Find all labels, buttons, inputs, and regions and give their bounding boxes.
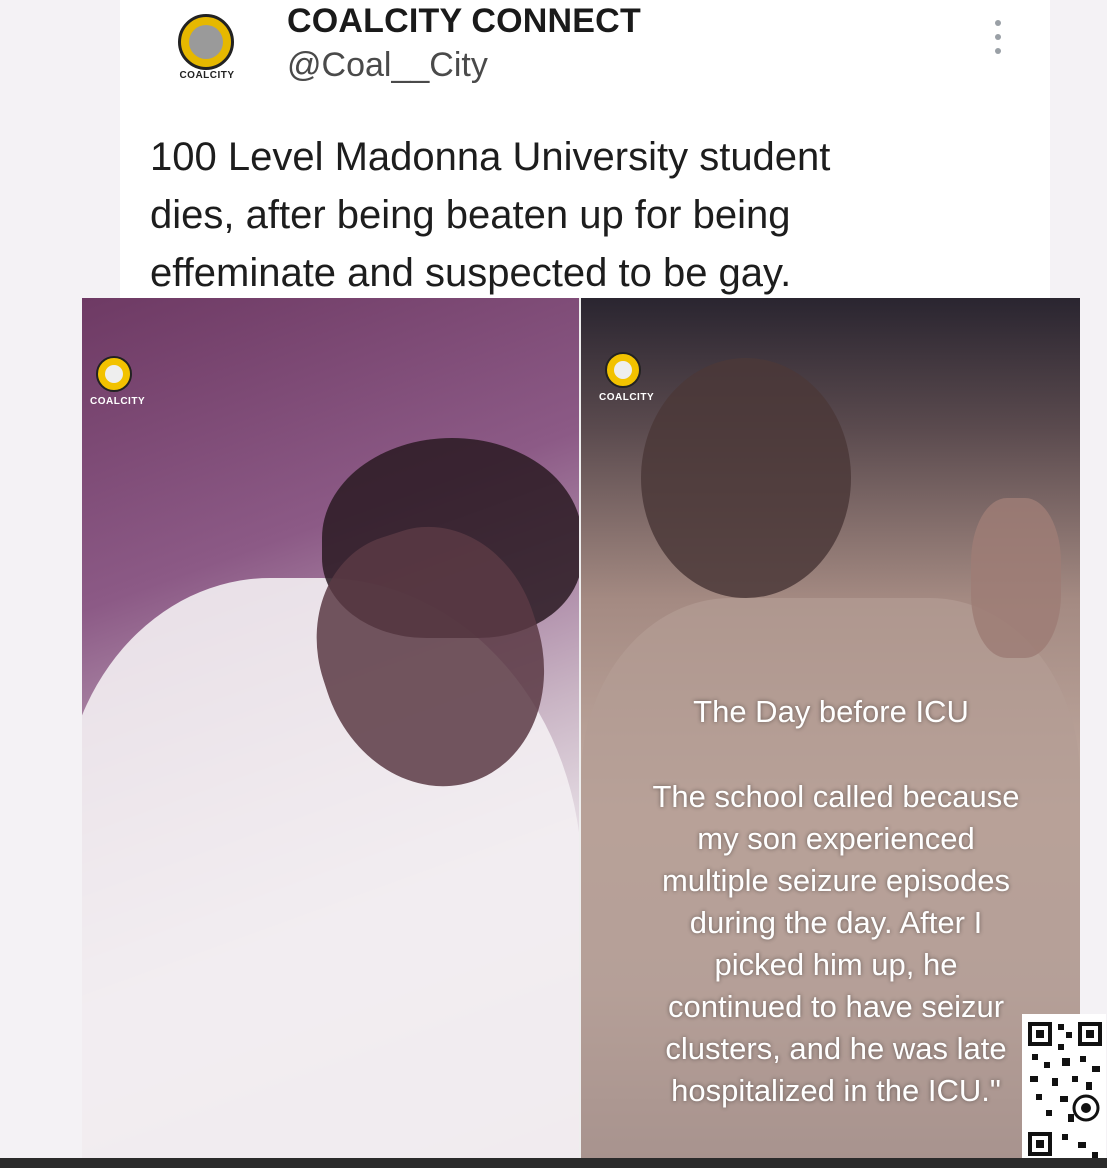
tweet-text: 100 Level Madonna University student die… bbox=[150, 128, 1030, 302]
user-handle[interactable]: @Coal__City bbox=[287, 46, 488, 85]
photo-right-hand bbox=[971, 498, 1061, 658]
avatar-logo-icon bbox=[178, 14, 234, 70]
avatar-wordmark: COALCITY bbox=[179, 70, 235, 81]
tweet-text-line: dies, after being beaten up for being bbox=[150, 193, 791, 237]
watermark-text: COALCITY bbox=[599, 392, 655, 403]
more-options-icon[interactable] bbox=[986, 20, 1010, 54]
caption-line: my son experienced bbox=[697, 821, 975, 856]
caption-line: The school called because bbox=[652, 779, 1020, 814]
bottom-bar bbox=[0, 1158, 1107, 1168]
watermark-logo-icon: COALCITY bbox=[599, 352, 654, 412]
caption-line: during the day. After I bbox=[689, 905, 983, 940]
caption-body: The school called because my son experie… bbox=[601, 776, 1071, 1112]
media-grid: COALCITY COALCITY The Day before ICU The… bbox=[82, 298, 1080, 1160]
tweet-text-line: 100 Level Madonna University student bbox=[150, 135, 831, 179]
account-avatar[interactable]: COALCITY bbox=[172, 14, 242, 84]
caption-title: The Day before ICU bbox=[693, 694, 969, 729]
photo-right-head bbox=[641, 358, 851, 598]
caption-line: hospitalized in the ICU." bbox=[671, 1073, 1001, 1108]
display-name[interactable]: COALCITY CONNECT bbox=[287, 2, 641, 41]
photo-right[interactable]: COALCITY The Day before ICU The school c… bbox=[581, 298, 1080, 1160]
caption-line: clusters, and he was late bbox=[665, 1031, 1007, 1066]
qr-code-icon bbox=[1022, 1014, 1106, 1166]
caption-line: continued to have seizur bbox=[667, 989, 1005, 1024]
caption-line: picked him up, he bbox=[714, 947, 958, 982]
tweet-text-line: effeminate and suspected to be gay. bbox=[150, 251, 792, 295]
caption-line: multiple seizure episodes bbox=[661, 863, 1011, 898]
watermark-logo-icon: COALCITY bbox=[90, 356, 145, 416]
photo-left[interactable]: COALCITY bbox=[82, 298, 579, 1160]
watermark-text: COALCITY bbox=[90, 396, 146, 407]
